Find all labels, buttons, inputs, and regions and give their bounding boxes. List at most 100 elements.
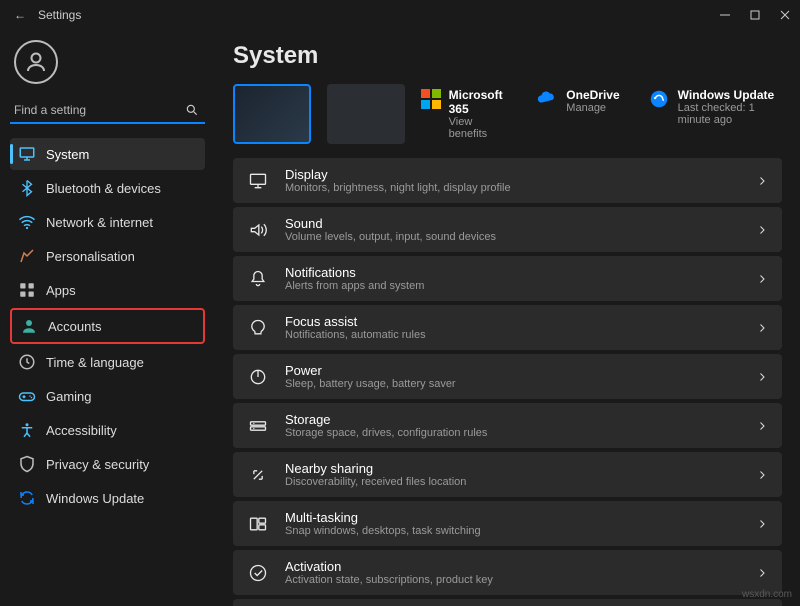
multi-tasking-icon — [247, 513, 269, 535]
chevron-right-icon — [756, 224, 768, 236]
apps-icon — [18, 281, 36, 299]
row-sub: Volume levels, output, input, sound devi… — [285, 231, 740, 243]
settings-row-troubleshoot[interactable]: Troubleshoot — [233, 599, 782, 606]
sidebar-item-label: Accessibility — [46, 423, 117, 438]
back-button[interactable]: ← — [14, 8, 26, 22]
personalisation-icon — [18, 247, 36, 265]
sidebar-item-label: Windows Update — [46, 491, 144, 506]
row-title: Display — [285, 167, 740, 182]
chevron-right-icon — [756, 518, 768, 530]
card-title: OneDrive — [566, 88, 619, 102]
row-title: Focus assist — [285, 314, 740, 329]
sidebar-item-label: Time & language — [46, 355, 144, 370]
sidebar-item-label: Bluetooth & devices — [46, 181, 161, 196]
focus-assist-icon — [247, 317, 269, 339]
row-sub: Alerts from apps and system — [285, 280, 740, 292]
settings-row-sound[interactable]: SoundVolume levels, output, input, sound… — [233, 207, 782, 252]
activation-icon — [247, 562, 269, 584]
onedrive-icon — [536, 88, 558, 110]
bluetooth-icon — [18, 179, 36, 197]
sidebar-item-label: Apps — [46, 283, 76, 298]
titlebar: ← Settings — [0, 0, 800, 30]
maximize-button[interactable] — [740, 0, 770, 30]
sidebar: System Bluetooth & devices Network & inter… — [0, 30, 215, 606]
hero-row: Microsoft 365View benefits OneDriveManag… — [233, 84, 782, 144]
windows-update-icon — [18, 489, 36, 507]
row-title: Multi-tasking — [285, 510, 740, 525]
settings-row-display[interactable]: DisplayMonitors, brightness, night light… — [233, 158, 782, 203]
sidebar-item-label: Privacy & security — [46, 457, 149, 472]
sound-icon — [247, 219, 269, 241]
sidebar-item-label: Gaming — [46, 389, 92, 404]
search-box[interactable] — [10, 98, 205, 124]
accounts-icon — [20, 317, 38, 335]
row-sub: Activation state, subscriptions, product… — [285, 574, 740, 586]
desktop-thumb-2[interactable] — [327, 84, 405, 144]
sidebar-item-privacy[interactable]: Privacy & security — [10, 448, 205, 480]
nearby-sharing-icon — [247, 464, 269, 486]
chevron-right-icon — [756, 371, 768, 383]
storage-icon — [247, 415, 269, 437]
system-icon — [18, 145, 36, 163]
card-title: Windows Update — [678, 88, 782, 102]
sidebar-item-accessibility[interactable]: Accessibility — [10, 414, 205, 446]
notifications-icon — [247, 268, 269, 290]
search-icon — [185, 103, 199, 117]
accessibility-icon — [18, 421, 36, 439]
sidebar-item-label: Network & internet — [46, 215, 153, 230]
sidebar-item-accounts[interactable]: Accounts — [10, 308, 205, 344]
chevron-right-icon — [756, 322, 768, 334]
m365-icon — [421, 88, 441, 110]
settings-row-notifications[interactable]: NotificationsAlerts from apps and system — [233, 256, 782, 301]
main-content: System Microsoft 365View benefits OneDri… — [215, 30, 800, 606]
settings-row-storage[interactable]: StorageStorage space, drives, configurat… — [233, 403, 782, 448]
chevron-right-icon — [756, 420, 768, 432]
privacy-icon — [18, 455, 36, 473]
power-icon — [247, 366, 269, 388]
card-windows-update[interactable]: Windows UpdateLast checked: 1 minute ago — [648, 88, 782, 140]
sidebar-item-time[interactable]: Time & language — [10, 346, 205, 378]
avatar[interactable] — [14, 40, 58, 84]
chevron-right-icon — [756, 273, 768, 285]
settings-row-power[interactable]: PowerSleep, battery usage, battery saver — [233, 354, 782, 399]
network-icon — [18, 213, 36, 231]
card-sub: Last checked: 1 minute ago — [678, 102, 782, 126]
sidebar-item-network[interactable]: Network & internet — [10, 206, 205, 238]
row-sub: Sleep, battery usage, battery saver — [285, 378, 740, 390]
row-title: Notifications — [285, 265, 740, 280]
row-sub: Storage space, drives, configuration rul… — [285, 427, 740, 439]
settings-row-nearby-sharing[interactable]: Nearby sharingDiscoverability, received … — [233, 452, 782, 497]
display-icon — [247, 170, 269, 192]
settings-row-activation[interactable]: ActivationActivation state, subscription… — [233, 550, 782, 595]
sidebar-item-label: System — [46, 147, 89, 162]
settings-row-multi-tasking[interactable]: Multi-taskingSnap windows, desktops, tas… — [233, 501, 782, 546]
card-onedrive[interactable]: OneDriveManage — [536, 88, 619, 140]
row-title: Activation — [285, 559, 740, 574]
sidebar-item-bluetooth[interactable]: Bluetooth & devices — [10, 172, 205, 204]
card-sub: Manage — [566, 102, 619, 114]
card-microsoft365[interactable]: Microsoft 365View benefits — [421, 88, 509, 140]
row-title: Power — [285, 363, 740, 378]
gaming-icon — [18, 387, 36, 405]
sidebar-item-label: Personalisation — [46, 249, 135, 264]
sidebar-item-apps[interactable]: Apps — [10, 274, 205, 306]
window-title: Settings — [38, 8, 81, 22]
page-title: System — [233, 42, 782, 70]
sidebar-item-windows-update[interactable]: Windows Update — [10, 482, 205, 514]
watermark: wsxdn.com — [742, 589, 792, 600]
sidebar-item-system[interactable]: System — [10, 138, 205, 170]
settings-row-focus-assist[interactable]: Focus assistNotifications, automatic rul… — [233, 305, 782, 350]
close-button[interactable] — [770, 0, 800, 30]
sidebar-item-gaming[interactable]: Gaming — [10, 380, 205, 412]
time-icon — [18, 353, 36, 371]
row-title: Nearby sharing — [285, 461, 740, 476]
minimize-button[interactable] — [710, 0, 740, 30]
search-input[interactable] — [12, 102, 185, 118]
chevron-right-icon — [756, 469, 768, 481]
chevron-right-icon — [756, 175, 768, 187]
update-icon — [648, 88, 670, 110]
row-sub: Discoverability, received files location — [285, 476, 740, 488]
desktop-thumb-1[interactable] — [233, 84, 311, 144]
sidebar-item-personalisation[interactable]: Personalisation — [10, 240, 205, 272]
sidebar-item-label: Accounts — [48, 319, 101, 334]
